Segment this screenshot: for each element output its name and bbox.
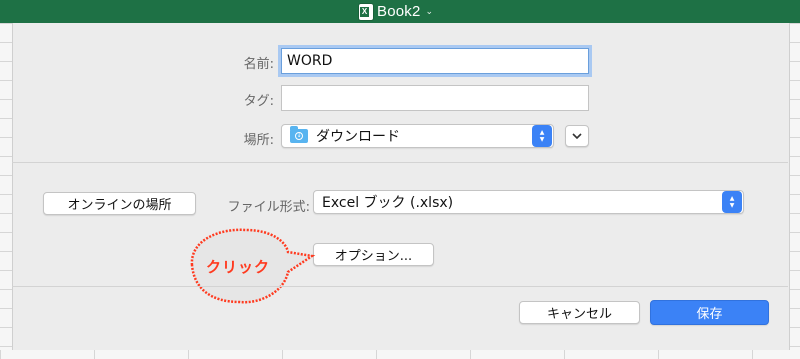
online-locations-button[interactable]: オンラインの場所 — [43, 192, 196, 215]
location-popup[interactable]: ↓ ダウンロード ▲ ▼ — [281, 124, 554, 148]
title-group[interactable]: X Book2 ⌄ — [359, 1, 433, 22]
excel-icon: X — [359, 3, 373, 20]
divider — [12, 286, 788, 287]
tags-label: タグ: — [243, 94, 274, 109]
chevron-down-icon[interactable]: ⌄ — [426, 7, 434, 17]
tags-input[interactable] — [281, 85, 589, 111]
options-button[interactable]: オプション... — [313, 243, 434, 266]
window-title: Book2 — [377, 3, 421, 20]
window-titlebar: X Book2 ⌄ — [0, 0, 800, 23]
file-format-label: ファイル形式: — [227, 200, 310, 215]
save-button[interactable]: 保存 — [650, 300, 769, 325]
filename-input[interactable]: WORD — [281, 48, 589, 74]
divider — [12, 162, 788, 163]
click-annotation: クリック — [206, 258, 271, 276]
file-format-popup[interactable]: Excel ブック (.xlsx) ▲ ▼ — [313, 190, 744, 214]
name-label: 名前: — [243, 57, 274, 72]
location-label: 場所: — [243, 133, 274, 148]
file-format-value: Excel ブック (.xlsx) — [322, 195, 454, 211]
chevron-down-icon — [572, 133, 582, 139]
spreadsheet-grid-bottom — [0, 350, 800, 359]
location-value: ダウンロード — [316, 129, 400, 145]
cancel-button[interactable]: キャンセル — [519, 301, 640, 324]
expand-dialog-button[interactable] — [565, 125, 589, 147]
popup-stepper-icon: ▲ ▼ — [532, 125, 552, 147]
popup-stepper-icon: ▲ ▼ — [722, 191, 742, 213]
downloads-folder-icon: ↓ — [290, 126, 308, 143]
